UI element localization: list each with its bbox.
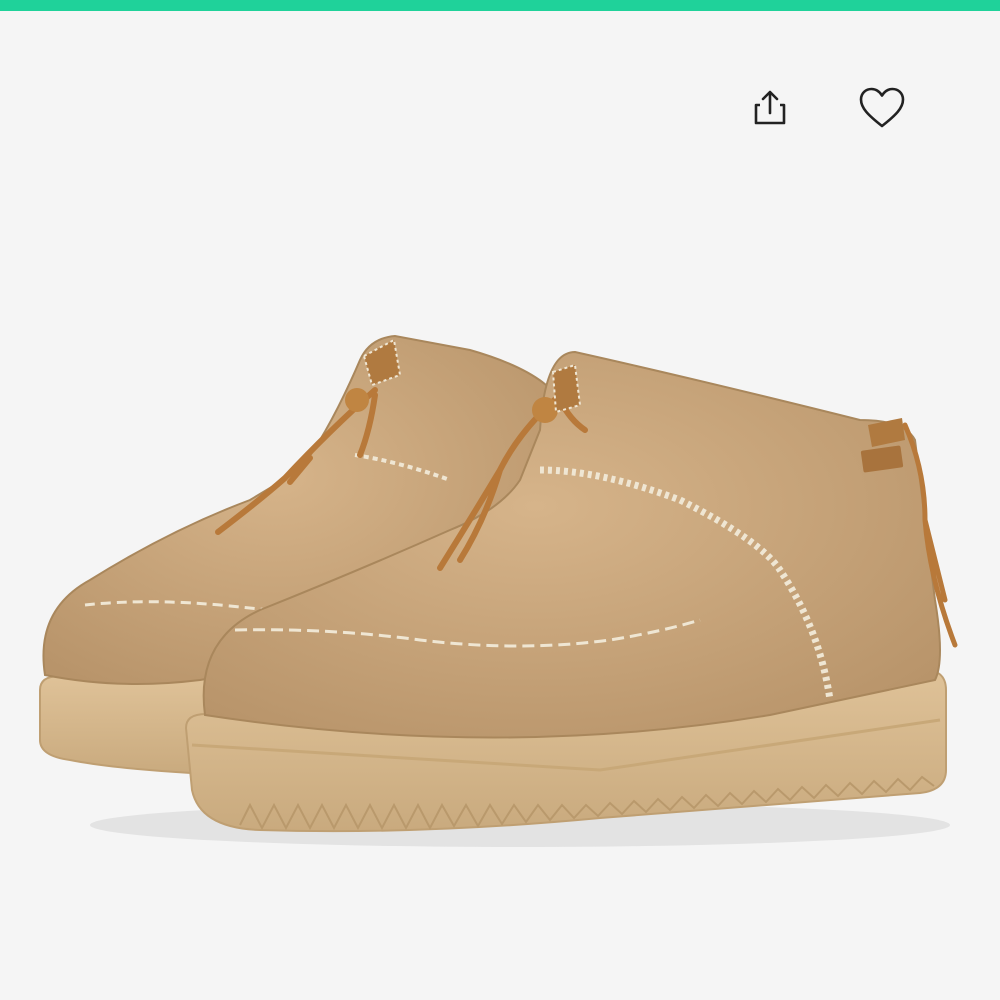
- left-boot-lace-bead: [345, 388, 369, 412]
- heart-outline-icon: [859, 87, 905, 128]
- right-boot-lace-bead: [532, 397, 558, 423]
- share-button[interactable]: [738, 76, 802, 140]
- top-accent-bar: [0, 0, 1000, 11]
- product-image: [39, 334, 958, 847]
- favorite-button[interactable]: [850, 76, 914, 140]
- product-image-viewer: [0, 0, 1000, 1000]
- share-icon: [754, 90, 786, 125]
- right-boot-front-tab: [551, 363, 582, 414]
